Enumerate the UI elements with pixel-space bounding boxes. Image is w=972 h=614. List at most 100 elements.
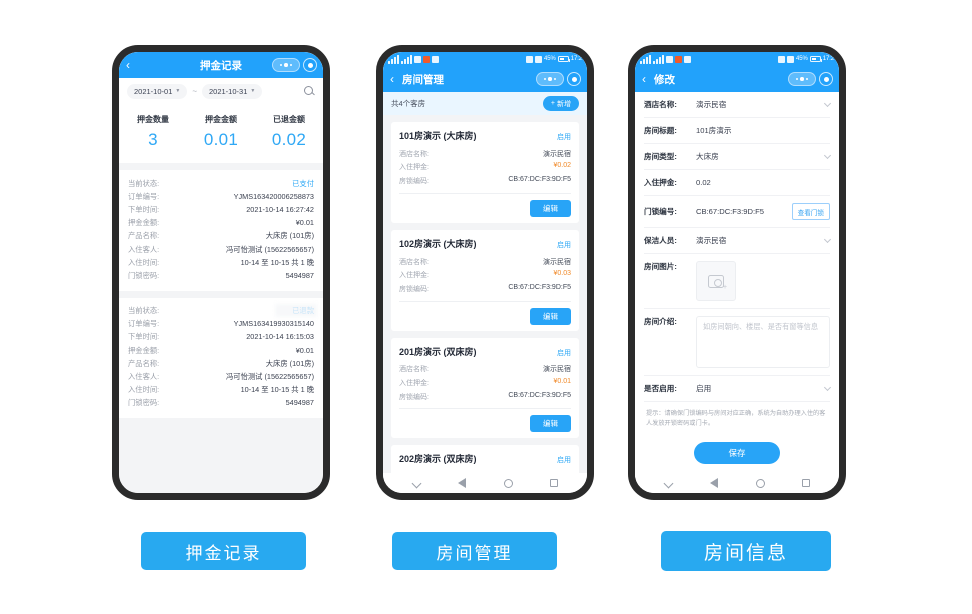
record-row: 产品名称: 大床房 (101房) <box>128 358 314 368</box>
camera-add-icon <box>708 274 727 291</box>
date-to-picker[interactable]: 2021-10-31 ▼ <box>202 84 263 99</box>
phone1-scroll[interactable]: 2021-10-01 ▼ ~ 2021-10-31 ▼ 押金数量 3 押金金额 … <box>119 78 323 493</box>
phone1-navbar: ‹ 押金记录 <box>119 52 323 78</box>
android-status-bar: 45% 17:2 <box>635 52 839 66</box>
record-row: 入住客人: 冯可怡测试 (15622565657) <box>128 372 314 382</box>
android-nav-bar <box>383 473 587 493</box>
clock: 17:2 <box>570 56 582 62</box>
recents-square-icon[interactable] <box>801 478 812 489</box>
sim-icon <box>432 55 439 63</box>
alarm-icon <box>526 55 533 63</box>
field-room-photo[interactable]: 房间图片: <box>644 254 830 309</box>
cleaner-value: 演示民宿 <box>696 236 727 245</box>
recents-square-icon[interactable] <box>549 478 560 489</box>
edit-room-button[interactable]: 编辑 <box>530 415 571 433</box>
chevron-down-icon <box>823 235 832 243</box>
edit-room-button[interactable]: 编辑 <box>530 307 571 325</box>
room-title-input[interactable]: 101房演示 <box>696 125 830 136</box>
field-room-title[interactable]: 房间标题: 101房演示 <box>644 118 830 144</box>
status-left-icons <box>640 54 691 64</box>
stat-deposit-amount: 押金金额 0.01 <box>203 115 239 149</box>
plus-icon: + <box>550 100 555 107</box>
close-target-icon[interactable] <box>567 72 581 86</box>
battery-percent: 45% <box>544 56 556 62</box>
more-dots-icon[interactable] <box>536 72 564 86</box>
field-lock-code[interactable]: 门锁编号: CB:67:DC:F3:9D:F5 查看门锁 <box>644 196 830 228</box>
android-nav-bar <box>635 473 839 493</box>
field-cleaner[interactable]: 保洁人员: 演示民宿 <box>644 228 832 254</box>
deposit-record-card[interactable]: 当前状态: 已退款 订单编号: YJMS163419930315140 下单时间: 2… <box>119 297 323 418</box>
room-info-form: 酒店名称: 演示民宿 房间标题: 101房演示 房间类型: 大床房 入住押金: … <box>635 92 839 473</box>
signal-icon <box>388 54 399 64</box>
room-title: 102房演示 (大床房) <box>399 238 477 249</box>
wechat-capsule <box>536 72 581 86</box>
lock-code-input[interactable]: CB:67:DC:F3:9D:F5 <box>696 207 784 216</box>
page-title: 修改 <box>654 73 675 86</box>
mute-icon <box>535 55 542 63</box>
back-chevron-left-icon[interactable]: ‹ <box>642 73 654 85</box>
room-card[interactable]: 201房演示 (双床房) 启用 酒店名称: 演示民宿 入住押金: ¥0.01 房锁编… <box>391 337 579 439</box>
wifi-icon <box>414 55 421 63</box>
wechat-capsule <box>272 58 317 72</box>
room-field: 房锁编码: CB:67:DC:F3:9D:F5 <box>399 391 571 401</box>
sim-icon <box>684 55 691 63</box>
more-dots-icon[interactable] <box>788 72 816 86</box>
record-row: 下单时间: 2021-10-14 16:15:03 <box>128 332 314 342</box>
page-title: 房间管理 <box>402 73 444 86</box>
room-title: 201房演示 (双床房) <box>399 346 477 357</box>
back-triangle-icon[interactable] <box>709 477 720 489</box>
room-card[interactable]: 202房演示 (双床房) 启用 <box>391 445 579 473</box>
record-row: 当前状态: 已支付 <box>128 178 314 188</box>
deposit-record-card[interactable]: 当前状态: 已支付 订单编号: YJMS163420006258873 下单时间: 2… <box>119 170 323 291</box>
phone3-navbar: ‹ 修改 <box>635 66 839 92</box>
back-chevron-left-icon[interactable]: ‹ <box>390 73 402 85</box>
room-count-bar: 共4个客房 + 新增 <box>383 92 587 115</box>
chevron-down-icon[interactable] <box>663 478 674 489</box>
chevron-down-icon <box>823 99 832 107</box>
phone2-navbar: ‹ 房间管理 <box>383 66 587 92</box>
back-chevron-left-icon[interactable]: ‹ <box>126 59 138 71</box>
room-info-form-scroll[interactable]: 酒店名称: 演示民宿 房间标题: 101房演示 房间类型: 大床房 入住押金: … <box>635 92 839 473</box>
caption-room-info: 房间信息 <box>661 531 831 571</box>
save-button[interactable]: 保存 <box>694 441 780 464</box>
field-room-type[interactable]: 房间类型: 大床房 <box>644 144 832 170</box>
home-circle-icon[interactable] <box>503 478 514 489</box>
chevron-down-icon: ▼ <box>250 88 256 94</box>
room-field: 入住押金: ¥0.03 <box>399 270 571 280</box>
edit-room-button[interactable]: 编辑 <box>530 199 571 217</box>
view-lock-button[interactable]: 查看门锁 <box>791 203 830 220</box>
screenshot-stage: ‹ 押金记录 2021-10-01 ▼ ~ 2021-10-31 ▼ 押金数量 … <box>0 0 972 614</box>
room-list[interactable]: 101房演示 (大床房) 启用 酒店名称: 演示民宿 入住押金: ¥0.02 房锁编… <box>383 115 587 473</box>
close-target-icon[interactable] <box>303 58 317 72</box>
battery-icon <box>557 56 570 62</box>
add-photo-button[interactable] <box>696 261 736 301</box>
chevron-down-icon[interactable] <box>411 478 422 489</box>
deposit-input[interactable]: 0.02 <box>696 178 830 187</box>
search-icon[interactable] <box>304 86 315 97</box>
record-row: 押金金额: ¥0.01 <box>128 218 314 228</box>
field-hotel-name[interactable]: 酒店名称: 演示民宿 <box>644 92 832 118</box>
record-row: 当前状态: 已退款 <box>128 306 314 316</box>
field-deposit[interactable]: 入住押金: 0.02 <box>644 170 830 196</box>
back-triangle-icon[interactable] <box>457 477 468 489</box>
wechat-capsule <box>788 72 833 86</box>
record-row: 产品名称: 大床房 (101房) <box>128 231 314 241</box>
field-room-intro[interactable]: 房间介绍: 如房间朝向、楼层、是否有窗等信息 <box>644 309 830 376</box>
close-target-icon[interactable] <box>819 72 833 86</box>
room-card[interactable]: 101房演示 (大床房) 启用 酒店名称: 演示民宿 入住押金: ¥0.02 房锁编… <box>391 122 579 223</box>
status-badge: 启用 <box>557 349 571 357</box>
add-room-button[interactable]: + 新增 <box>542 96 579 111</box>
field-enabled[interactable]: 是否启用: 启用 <box>644 376 832 402</box>
date-from-picker[interactable]: 2021-10-01 ▼ <box>127 84 188 99</box>
phone-mockup-room-info: 45% 17:2 ‹ 修改 酒店名称: 演示民宿 房间标题: 101房演示 房间… <box>628 45 846 500</box>
form-hint-text: 提示：请确保门锁编码与房间对应正确，系统为自助办理入住的客人发放开锁密码或门卡。 <box>646 410 826 427</box>
wifi-icon <box>666 55 673 63</box>
home-circle-icon[interactable] <box>755 478 766 489</box>
mute-icon <box>787 55 794 63</box>
room-card[interactable]: 102房演示 (大床房) 启用 酒店名称: 演示民宿 入住押金: ¥0.03 房锁编… <box>391 229 579 331</box>
room-field: 入住押金: ¥0.01 <box>399 377 571 387</box>
status-badge: 启用 <box>557 134 571 141</box>
signal-icon-2 <box>653 54 664 64</box>
room-intro-textarea[interactable]: 如房间朝向、楼层、是否有窗等信息 <box>696 316 830 368</box>
more-dots-icon[interactable] <box>272 58 300 72</box>
